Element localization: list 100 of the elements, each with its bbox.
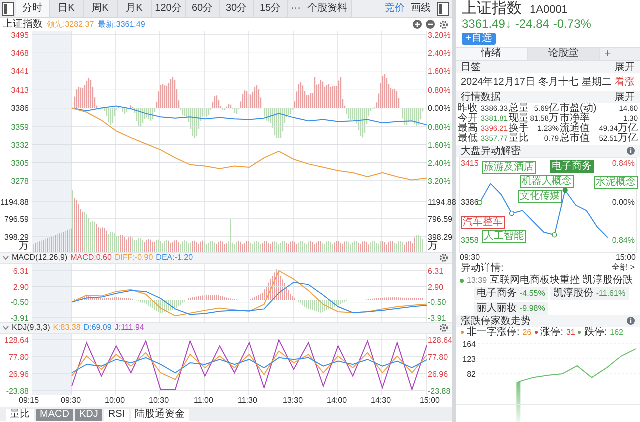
profile-tab[interactable]: 个股资料 [304,0,352,17]
axis-label: 3359 [11,122,29,132]
event-headline: 互联网电商板块重挫 凯淳股份跌 [490,275,633,286]
event-time: 13:39 [467,274,488,286]
axis-label: 1194.88 [428,198,456,207]
time-label: 10:00 [105,395,126,407]
row-label: 量比 [508,134,529,144]
indicator-value: K:83.38 [53,323,81,333]
axis-label: -23.88 [428,387,451,396]
indicator-tab[interactable]: 量比 [6,408,34,420]
legend-count: 31 [566,327,576,338]
chart-tab[interactable]: 分时 [16,0,50,17]
lead-value: 领先:3282.37 [47,18,94,30]
indicator-value: MACD:0.60 [70,253,112,263]
axis-label: 796.59 [428,215,452,224]
row-label: 总量 [508,104,529,114]
chart-tab[interactable]: 周K [84,0,118,17]
chart-tab[interactable]: 日K [50,0,84,17]
chart-tab[interactable]: 120分 [152,0,186,17]
panel-toggle-icon[interactable] [2,2,14,16]
time-label: 14:30 [371,395,392,407]
axis-label: 398.29 [4,233,29,242]
axis-label: 3.20% [428,31,451,40]
time-label: 13:30 [283,395,304,407]
index-code: 1A0001 [530,3,568,18]
settings-icon[interactable] [439,253,449,263]
axis-label: 2.90 [13,282,29,292]
axis-label: 164 [462,340,476,348]
chart-tab[interactable]: 月K [118,0,152,17]
axis-label: -0.50 [428,298,446,308]
chart-tab[interactable]: 15分 [254,0,288,17]
axis-label: 82 [467,370,476,378]
axis-label: 77.80 [8,353,29,362]
legend-count: 162 [610,327,624,338]
event-marker [562,188,568,194]
panel-tab[interactable]: 论股堂 [528,48,600,60]
expand-link[interactable]: 展开 [615,92,635,102]
row-label: 总市值 [559,134,591,144]
stock-name: 丽人丽妆 [477,303,517,314]
toolbar-action[interactable]: 竞价 [382,0,408,17]
indicator-tab[interactable]: 陆股通资金 [131,408,190,420]
row-label: 最低 [458,134,478,144]
outlook-text: 看涨 [614,76,635,90]
axis-label: 128.64 [4,336,29,345]
panel-toggle-icon[interactable] [437,2,449,16]
axis-label: 3415 [461,159,479,168]
caret-icon[interactable] [3,326,9,330]
index-name: 上证指数 [462,0,522,17]
time-label: 15:00 [616,253,636,262]
info-icon[interactable] [627,147,635,155]
stock-chip[interactable]: 电子商务 -4.55% [474,287,548,300]
axis-label: 万 [19,241,29,252]
toolbar-action[interactable]: 画线 [408,0,434,17]
indicator-title: MACD(12,26,9) [12,253,68,263]
info-icon[interactable] [627,317,635,325]
chart-tab[interactable]: 60分 [186,0,220,17]
axis-label: 128.64 [428,336,452,345]
indicator-value: D:69.09 [84,323,112,333]
expand-link[interactable]: 展开 [615,62,635,72]
axis-label: 398.29 [428,233,452,242]
settings-icon[interactable] [439,20,449,30]
stock-name: 凯淳股份 [553,288,594,299]
legend-label: 涨停: [540,327,564,338]
axis-label: -3.91 [10,314,29,323]
axis-label: 2.90 [428,282,444,292]
latest-value: 最新:3361.49 [98,18,146,30]
axis-label: 3332 [11,140,29,150]
all-link[interactable]: 全部 > [612,263,635,273]
panel-tab[interactable]: 情绪 [456,48,528,60]
add-tab-button[interactable]: + [600,48,616,60]
zoom-out-icon[interactable] [426,20,435,29]
settings-icon[interactable] [439,323,449,333]
axis-label: 2.40% [428,49,451,58]
chart-tab[interactable]: 30分 [220,0,254,17]
concept-tag[interactable]: 汽车整车 [461,216,505,229]
stock-chip[interactable]: 凯淳股份 -11.61% [550,287,629,300]
axis-label: 0.80% [428,86,451,96]
stock-chip[interactable]: 丽人丽妆 -9.98% [474,302,548,315]
axis-label: 26.96 [8,370,29,379]
stock-change: -9.98% [520,303,546,314]
more-button[interactable]: ··· [288,0,304,17]
axis-label: 796.59 [4,215,29,224]
axis-label: 6.31 [428,267,444,276]
concept-tag[interactable]: 电子商务 [550,160,594,173]
lunar-date: 冬月十七 [538,76,579,90]
event-marker [552,232,558,238]
zoom-in-icon[interactable] [413,20,422,29]
axis-label: 3305 [11,158,29,168]
axis-label: 3358 [461,236,479,245]
row-label: 流通值 [559,124,591,134]
axis-label: 1.60% [428,67,451,76]
time-label: 15:00 [420,395,440,407]
section-title: 大盘异动解密 [461,146,521,156]
row-label: 市净率 [559,114,590,124]
time-label: 09:30 [61,395,82,407]
indicator-tab[interactable]: RSI [104,408,130,420]
caret-icon[interactable] [3,256,9,260]
stock-change: -4.55% [520,288,546,299]
row-label: 昨收 [458,104,478,114]
chart-title: 上证指数 [3,18,43,30]
